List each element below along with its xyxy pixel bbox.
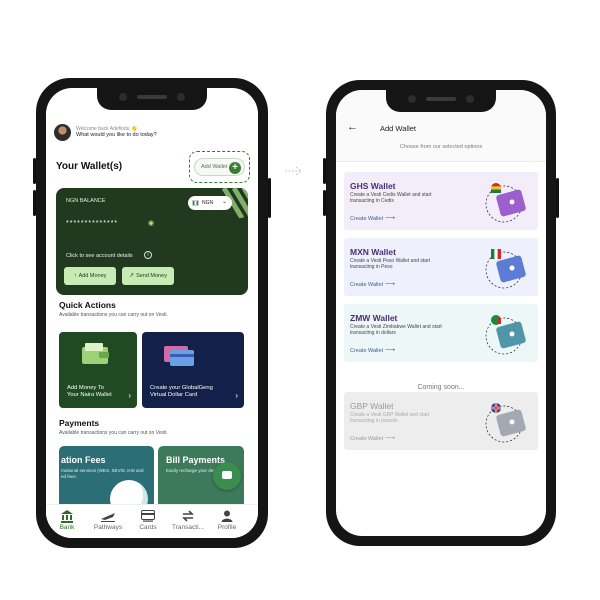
plane-icon (101, 513, 115, 522)
bank-icon (61, 509, 73, 523)
volume-button (323, 190, 326, 216)
card-icon (141, 510, 155, 522)
wallet-option-zmw[interactable]: ZMW Wallet Create a Vesti Zimbabwe Walle… (344, 304, 538, 362)
payments-subtitle: Available transactions you can carry out… (59, 430, 168, 436)
tab-transactions[interactable]: Transacti... (169, 509, 207, 531)
arrow-up-icon: ↑ (73, 273, 77, 279)
avatar[interactable] (54, 124, 71, 141)
quick-action-text: Create your GlobalGeng Virtual Dollar Car… (150, 385, 213, 398)
arrow-right-icon: ⟶ (385, 347, 396, 354)
back-arrow-icon[interactable]: ← (347, 121, 358, 133)
wallet-illustration (485, 248, 526, 289)
tab-label: Profile (217, 524, 237, 531)
notch (97, 88, 207, 110)
payment-card-title: Bill Payments (166, 455, 226, 465)
page-subtitle: Choose from our selected options (399, 144, 483, 150)
arrow-right-icon: ⟶ (385, 215, 396, 222)
tab-label: Cards (139, 524, 157, 531)
transfer-icon (182, 510, 194, 522)
connector-arrow-icon (285, 166, 302, 176)
tab-label: Transacti... (172, 524, 204, 531)
add-money-button[interactable]: ↑ Add Money (64, 267, 116, 285)
tab-bank[interactable]: Bank (48, 509, 86, 531)
add-wallet-label: Add Wallet (201, 164, 228, 170)
currency-code: NGN (202, 200, 214, 206)
see-account-details[interactable]: Click to see account details (66, 253, 133, 259)
arrow-right-icon: ⟶ (385, 435, 396, 442)
wallet-option-gbp: GBP Wallet Create a Vesti GBP Wallet and… (344, 392, 538, 450)
tab-label: Bank (59, 524, 75, 531)
tab-profile[interactable]: Profile (208, 509, 246, 531)
arrow-right-icon: ⟶ (385, 281, 396, 288)
arrow-up-right-icon: ↗ (129, 273, 135, 279)
notch (386, 90, 496, 112)
create-wallet-link[interactable]: Create Wallet ⟶ (350, 280, 395, 288)
wallet-name: GBP Wallet (350, 401, 394, 411)
power-button (268, 178, 271, 218)
wallet-name: MXN Wallet (350, 247, 396, 257)
quick-action-virtual-card[interactable]: Create your GlobalGeng Virtual Dollar Car… (142, 332, 244, 408)
tab-pathways[interactable]: Pathways (89, 509, 127, 531)
wallet-option-mxn[interactable]: MXN Wallet Create a Vesti Peso Wallet an… (344, 238, 538, 296)
chevron-right-icon: › (235, 391, 238, 400)
add-wallet-screen: ← Add Wallet Choose from our selected op… (336, 90, 546, 536)
phone-frame-add-wallet: ← Add Wallet Choose from our selected op… (323, 80, 559, 546)
payment-card-title: ation Fees (61, 455, 106, 465)
coming-soon-label: Coming soon... (417, 384, 465, 391)
info-icon[interactable]: i (144, 251, 152, 259)
chat-bubble-icon (222, 471, 232, 479)
quick-actions-title: Quick Actions (59, 300, 116, 310)
payment-card-subtitle: rnational services (WES, SEVIS, IHS and e… (61, 468, 144, 479)
plus-icon: + (229, 162, 241, 174)
payments-title: Payments (59, 418, 100, 428)
payment-card-fees[interactable]: ation Fees rnational services (WES, SEVI… (59, 446, 154, 508)
user-icon (221, 510, 233, 522)
wallet-illustration (485, 403, 526, 443)
wallet-illustration (485, 315, 526, 355)
add-wallet-button[interactable]: Add Wallet + (194, 158, 245, 176)
eye-icon[interactable]: ◉ (148, 219, 154, 227)
chat-button[interactable] (213, 462, 241, 490)
wallets-title: Your Wallet(s) (56, 161, 123, 172)
phone-frame-home: Welcome back Adefiodu 👋 What would you l… (33, 78, 271, 548)
add-wallet-highlight: Add Wallet + (189, 151, 250, 183)
balance-label: NGN BALANCE (66, 198, 106, 204)
quick-actions-subtitle: Available transactions you can carry out… (59, 312, 168, 318)
wallet-name: ZMW Wallet (350, 313, 398, 323)
page-title: Add Wallet (380, 124, 416, 133)
wallet-icon (82, 343, 109, 364)
greeting-header: Welcome back Adefiodu 👋 What would you l… (54, 122, 250, 148)
home-screen: Welcome back Adefiodu 👋 What would you l… (46, 88, 258, 538)
masked-balance: ************** (66, 220, 119, 227)
send-money-button[interactable]: ↗ Send Money (122, 267, 174, 285)
volume-button (33, 190, 36, 216)
create-wallet-link[interactable]: Create Wallet ⟶ (350, 346, 395, 354)
create-wallet-link: Create Wallet ⟶ (350, 435, 396, 442)
wallet-option-ghs[interactable]: GHS Wallet Create a Vesti Cedis Wallet a… (344, 172, 538, 230)
wallet-description: Create a Vesti Peso Wallet and start tran… (350, 258, 431, 270)
wallet-description: Create a Vesti Cedis Wallet and start tra… (350, 192, 432, 204)
wallet-description: Create a Vesti Zimbabwe Wallet and start… (350, 324, 442, 336)
chevron-down-icon: ⌄ (221, 199, 227, 205)
add-money-label: Add Money (78, 273, 107, 279)
wallet-name: GHS Wallet (350, 181, 396, 191)
bottom-tab-bar: Bank Pathways Cards Transacti... Profile (46, 504, 258, 538)
balance-card: NGN BALANCE NGN ⌄ ************** ◉ Click… (56, 188, 248, 295)
volume-button (33, 158, 36, 184)
quick-action-text: Add Money To Your Naira Wallet (67, 385, 112, 398)
card-icon (164, 346, 194, 366)
tab-label: Pathways (93, 524, 123, 531)
quick-action-add-money[interactable]: Add Money To Your Naira Wallet › (59, 332, 137, 408)
wallet-description: Create a Vesti GBP Wallet and start trans… (350, 412, 430, 424)
create-wallet-link[interactable]: Create Wallet ⟶ (350, 214, 395, 222)
send-money-label: Send Money (136, 273, 167, 279)
power-button (556, 178, 559, 218)
ngn-flag-icon (192, 200, 199, 206)
welcome-question: What would you like to do today? (76, 132, 157, 138)
tab-cards[interactable]: Cards (129, 509, 167, 531)
volume-button (323, 158, 326, 184)
wallet-illustration (485, 183, 526, 223)
chevron-right-icon: › (128, 391, 131, 400)
currency-selector[interactable]: NGN ⌄ (188, 196, 232, 210)
